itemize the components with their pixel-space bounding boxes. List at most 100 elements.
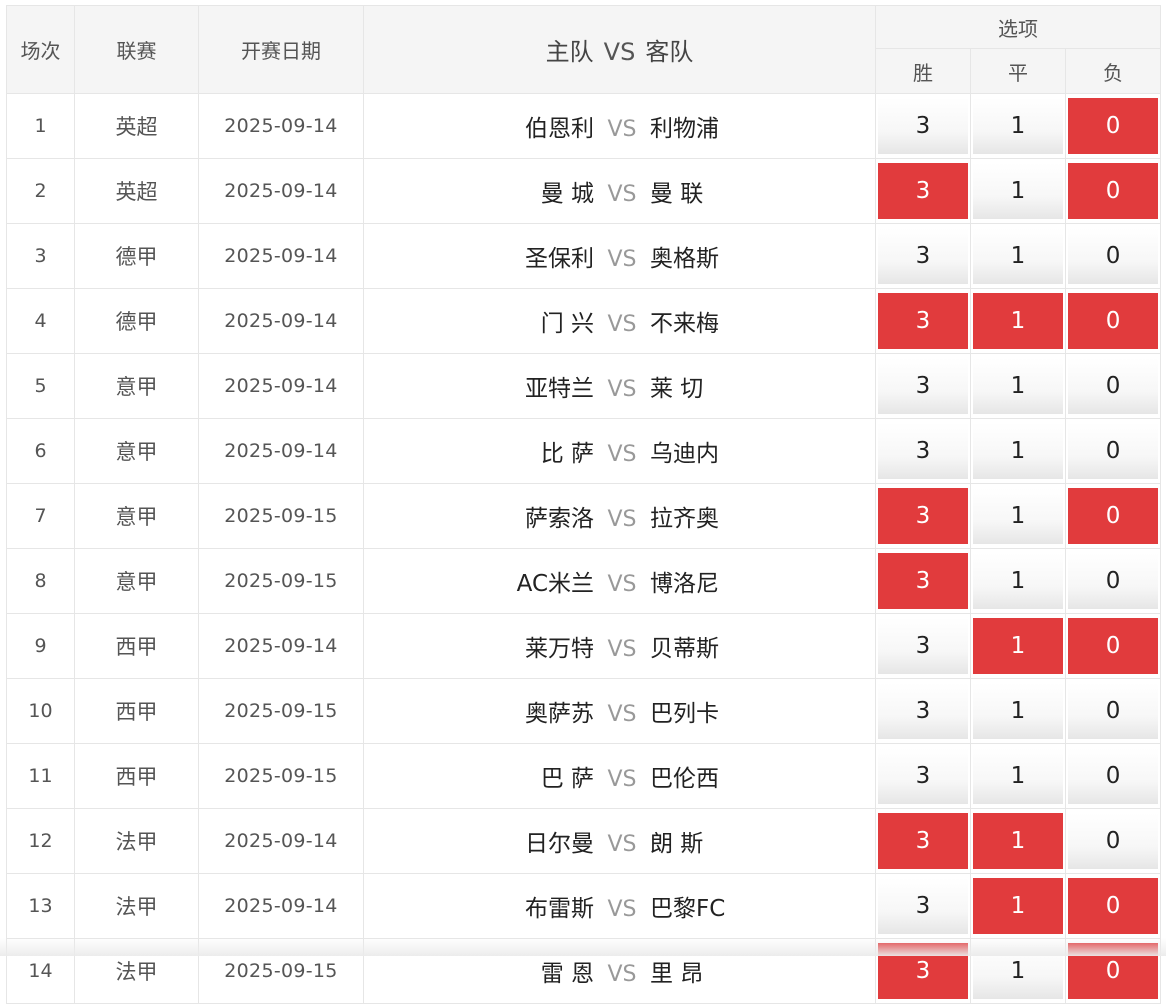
option-cell-lose: 0 bbox=[1064, 548, 1162, 614]
option-draw-button[interactable]: 1 bbox=[973, 553, 1063, 609]
header-options: 选项 bbox=[874, 5, 1162, 49]
match-index: 4 bbox=[6, 288, 75, 354]
vs-label: VS bbox=[607, 182, 637, 207]
option-cell-lose: 0 bbox=[1064, 353, 1162, 419]
match-date: 2025-09-14 bbox=[198, 353, 364, 419]
option-cell-lose: 0 bbox=[1064, 418, 1162, 484]
option-cell-win: 3 bbox=[875, 418, 971, 484]
option-draw-button[interactable]: 1 bbox=[973, 683, 1063, 739]
option-win-button[interactable]: 3 bbox=[878, 293, 968, 349]
option-lose-button[interactable]: 0 bbox=[1068, 293, 1159, 349]
vs-label: VS bbox=[607, 572, 637, 597]
option-draw-button[interactable]: 1 bbox=[973, 163, 1063, 219]
option-win-button[interactable]: 3 bbox=[878, 553, 968, 609]
option-draw-button[interactable]: 1 bbox=[973, 358, 1063, 414]
option-win-button[interactable]: 3 bbox=[878, 488, 968, 544]
option-lose-button[interactable]: 0 bbox=[1068, 813, 1159, 869]
match-teams: 萨索洛 VS 拉齐奥 bbox=[363, 483, 876, 549]
option-draw-button[interactable]: 1 bbox=[973, 98, 1063, 154]
option-cell-draw: 1 bbox=[970, 483, 1066, 549]
option-win-button[interactable]: 3 bbox=[878, 98, 968, 154]
option-win-button[interactable]: 3 bbox=[878, 228, 968, 284]
option-win-button[interactable]: 3 bbox=[878, 748, 968, 804]
option-cell-win: 3 bbox=[875, 743, 971, 809]
option-draw-button[interactable]: 1 bbox=[973, 618, 1063, 674]
table-row: 9 西甲 2025-09-14 莱万特 VS 贝蒂斯 3 1 0 bbox=[6, 613, 1162, 679]
option-cell-win: 3 bbox=[875, 483, 971, 549]
match-date: 2025-09-14 bbox=[198, 873, 364, 939]
option-draw-button[interactable]: 1 bbox=[973, 488, 1063, 544]
option-cell-lose: 0 bbox=[1064, 613, 1162, 679]
option-cell-draw: 1 bbox=[970, 548, 1066, 614]
match-date: 2025-09-14 bbox=[198, 288, 364, 354]
header-draw: 平 bbox=[970, 48, 1066, 94]
table-row: 13 法甲 2025-09-14 布雷斯 VS 巴黎FC 3 1 0 bbox=[6, 873, 1162, 939]
option-lose-button[interactable]: 0 bbox=[1068, 228, 1159, 284]
option-draw-button[interactable]: 1 bbox=[973, 293, 1063, 349]
league-name: 意甲 bbox=[74, 353, 199, 419]
league-name: 西甲 bbox=[74, 743, 199, 809]
option-win-button[interactable]: 3 bbox=[878, 618, 968, 674]
league-name: 意甲 bbox=[74, 548, 199, 614]
table-row: 8 意甲 2025-09-15 AC米兰 VS 博洛尼 3 1 0 bbox=[6, 548, 1162, 614]
option-win-button[interactable]: 3 bbox=[878, 163, 968, 219]
home-team: 莱万特 bbox=[525, 636, 594, 662]
home-team: 伯恩利 bbox=[525, 116, 594, 142]
option-cell-lose: 0 bbox=[1064, 678, 1162, 744]
option-lose-button[interactable]: 0 bbox=[1068, 488, 1159, 544]
home-team: 巴 萨 bbox=[540, 766, 594, 792]
header-home: 主队 bbox=[545, 38, 594, 66]
match-date: 2025-09-15 bbox=[198, 483, 364, 549]
option-win-button[interactable]: 3 bbox=[878, 358, 968, 414]
option-cell-draw: 1 bbox=[970, 353, 1066, 419]
option-draw-button[interactable]: 1 bbox=[973, 423, 1063, 479]
option-draw-button[interactable]: 1 bbox=[973, 228, 1063, 284]
league-name: 西甲 bbox=[74, 678, 199, 744]
option-lose-button[interactable]: 0 bbox=[1068, 163, 1159, 219]
match-teams: 门 兴 VS 不来梅 bbox=[363, 288, 876, 354]
option-win-button[interactable]: 3 bbox=[878, 878, 968, 934]
home-team: 布雷斯 bbox=[525, 896, 594, 922]
option-draw-button[interactable]: 1 bbox=[973, 813, 1063, 869]
option-lose-button[interactable]: 0 bbox=[1068, 553, 1159, 609]
away-team: 不来梅 bbox=[650, 311, 719, 337]
vs-label: VS bbox=[607, 637, 637, 662]
match-index: 8 bbox=[6, 548, 75, 614]
option-lose-button[interactable]: 0 bbox=[1068, 423, 1159, 479]
league-name: 法甲 bbox=[74, 873, 199, 939]
option-lose-button[interactable]: 0 bbox=[1068, 358, 1159, 414]
match-teams: AC米兰 VS 博洛尼 bbox=[363, 548, 876, 614]
option-draw-button[interactable]: 1 bbox=[973, 748, 1063, 804]
match-teams: 圣保利 VS 奥格斯 bbox=[363, 223, 876, 289]
away-team: 巴列卡 bbox=[650, 701, 719, 727]
table-row: 3 德甲 2025-09-14 圣保利 VS 奥格斯 3 1 0 bbox=[6, 223, 1162, 289]
option-cell-win: 3 bbox=[875, 873, 971, 939]
option-lose-button[interactable]: 0 bbox=[1068, 748, 1159, 804]
option-cell-win: 3 bbox=[875, 808, 971, 874]
away-team: 贝蒂斯 bbox=[650, 636, 719, 662]
match-index: 9 bbox=[6, 613, 75, 679]
option-lose-button[interactable]: 0 bbox=[1068, 683, 1159, 739]
table-header: 场次 联赛 开赛日期 主队 VS 客队 选项 胜 平 负 bbox=[6, 5, 1162, 94]
match-date: 2025-09-14 bbox=[198, 418, 364, 484]
option-win-button[interactable]: 3 bbox=[878, 423, 968, 479]
option-cell-draw: 1 bbox=[970, 873, 1066, 939]
home-team: 萨索洛 bbox=[525, 506, 594, 532]
option-lose-button[interactable]: 0 bbox=[1068, 618, 1159, 674]
match-date: 2025-09-15 bbox=[198, 678, 364, 744]
option-cell-draw: 1 bbox=[970, 418, 1066, 484]
vs-label: VS bbox=[607, 312, 637, 337]
option-cell-win: 3 bbox=[875, 158, 971, 224]
option-draw-button[interactable]: 1 bbox=[973, 878, 1063, 934]
header-away: 客队 bbox=[645, 38, 694, 66]
home-team: 奥萨苏 bbox=[525, 701, 594, 727]
option-lose-button[interactable]: 0 bbox=[1068, 878, 1159, 934]
home-team: AC米兰 bbox=[516, 571, 594, 597]
match-teams: 莱万特 VS 贝蒂斯 bbox=[363, 613, 876, 679]
option-lose-button[interactable]: 0 bbox=[1068, 98, 1159, 154]
league-name: 意甲 bbox=[74, 418, 199, 484]
option-cell-draw: 1 bbox=[970, 158, 1066, 224]
table-row: 6 意甲 2025-09-14 比 萨 VS 乌迪内 3 1 0 bbox=[6, 418, 1162, 484]
option-win-button[interactable]: 3 bbox=[878, 683, 968, 739]
option-win-button[interactable]: 3 bbox=[878, 813, 968, 869]
